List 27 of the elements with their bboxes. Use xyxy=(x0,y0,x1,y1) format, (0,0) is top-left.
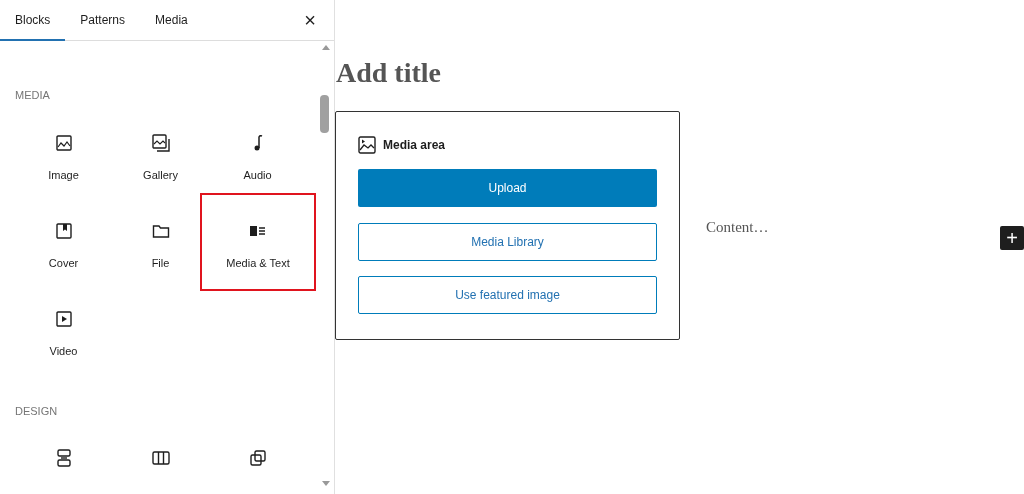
scroll-down-icon[interactable] xyxy=(322,481,330,486)
scroll-up-icon[interactable] xyxy=(322,45,330,50)
section-heading: MEDIA xyxy=(15,88,51,103)
tab[interactable]: Media xyxy=(140,0,203,41)
tab[interactable]: Patterns xyxy=(65,0,141,41)
columns-icon[interactable] xyxy=(150,448,171,468)
close-button[interactable]: × xyxy=(298,0,322,40)
video-icon xyxy=(53,308,74,329)
block-item[interactable]: Cover xyxy=(15,218,112,307)
scroll-thumb[interactable] xyxy=(320,95,329,133)
block-item[interactable]: Image xyxy=(15,130,112,219)
tab[interactable]: Blocks xyxy=(0,0,66,41)
image-icon xyxy=(53,132,74,153)
block-item[interactable]: Media & Text xyxy=(200,192,316,291)
content-placeholder[interactable]: Content… xyxy=(706,216,769,239)
section-heading: DESIGN xyxy=(15,403,59,419)
image-icon xyxy=(358,136,376,154)
media-area-label: Media area xyxy=(383,137,446,154)
upload-button[interactable]: Upload xyxy=(358,169,657,207)
cover-icon xyxy=(53,220,74,241)
outline-button[interactable]: Use featured image xyxy=(358,276,657,314)
add-block-button[interactable]: + xyxy=(1000,226,1024,250)
group-icon[interactable] xyxy=(247,448,268,468)
outline-button[interactable]: Media Library xyxy=(358,223,657,261)
block-item[interactable]: Video xyxy=(15,306,112,395)
title-placeholder[interactable]: Add title xyxy=(336,56,1024,90)
gallery-icon xyxy=(150,132,171,153)
